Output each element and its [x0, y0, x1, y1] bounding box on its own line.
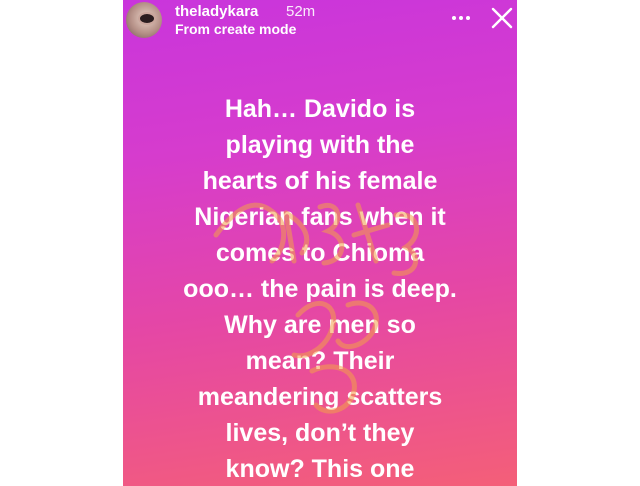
story-text-line: playing with the — [225, 131, 415, 159]
story-timestamp: 52m — [286, 3, 316, 20]
close-button[interactable] — [490, 6, 514, 30]
avatar-eye — [140, 14, 154, 23]
more-horizontal-icon — [452, 16, 470, 20]
close-icon — [491, 7, 513, 29]
more-options-button[interactable] — [450, 8, 472, 28]
avatar[interactable] — [126, 2, 162, 38]
screenshot-canvas: theladykara 52m From create mode Hah… Da… — [0, 0, 640, 486]
story-text: Hah… Davido is playing with the hearts o… — [123, 91, 517, 486]
story-subtitle: From create mode — [175, 21, 297, 37]
story-text-line: mean? Their — [245, 347, 395, 375]
story-header: theladykara 52m From create mode — [123, 0, 517, 44]
story-text-line: ooo… the pain is deep. — [183, 275, 457, 303]
story-text-line: Why are men so — [224, 311, 416, 339]
story-text-line: meandering scatters — [197, 383, 443, 411]
story-text-line: know? This one — [225, 455, 415, 483]
story-text-line: comes to Chioma — [215, 239, 425, 267]
story-text-line: lives, don’t they — [225, 419, 415, 447]
story-text-line: hearts of his female — [202, 167, 438, 195]
story-username[interactable]: theladykara — [175, 3, 258, 20]
instagram-story[interactable]: theladykara 52m From create mode Hah… Da… — [123, 0, 517, 486]
story-text-line: Nigerian fans when it — [194, 203, 446, 231]
story-text-line: Hah… Davido is — [224, 95, 416, 123]
